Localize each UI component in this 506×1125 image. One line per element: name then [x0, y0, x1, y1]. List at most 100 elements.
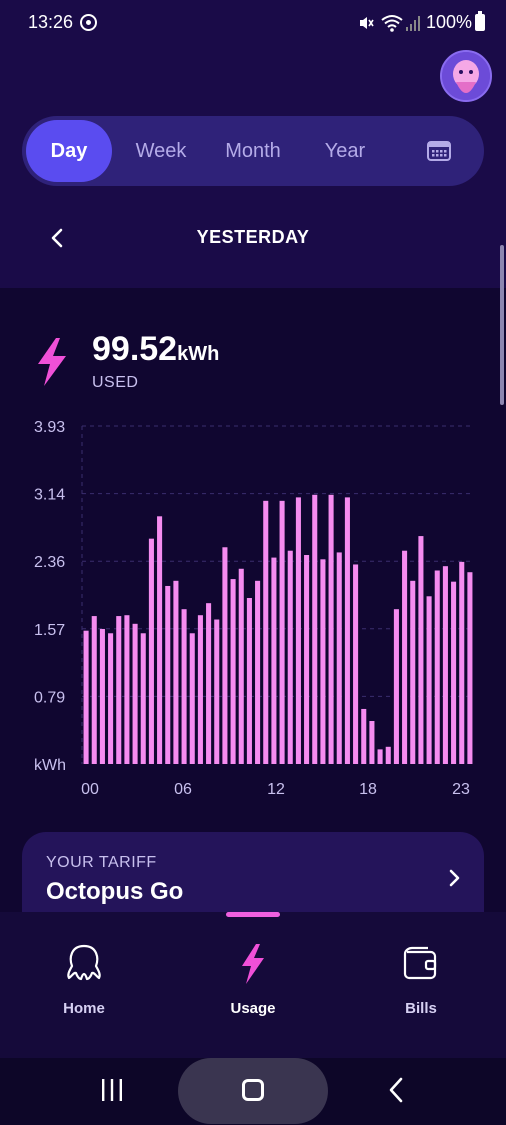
wifi-icon	[381, 15, 403, 32]
chart-bar	[132, 623, 138, 764]
tab-year[interactable]: Year	[312, 116, 378, 186]
chart-bar	[442, 566, 448, 764]
chart-bar	[222, 547, 228, 764]
wallet-icon	[403, 946, 437, 980]
tab-week[interactable]: Week	[122, 116, 200, 186]
y-tick-label: 0.79	[34, 689, 65, 706]
chart-bar	[124, 615, 130, 764]
bottom-nav: Home Usage Bills	[0, 912, 506, 1058]
x-tick-label: 12	[267, 781, 285, 798]
x-tick-label: 18	[359, 781, 377, 798]
chart-bar	[99, 628, 105, 764]
usage-label: USED	[92, 374, 139, 391]
chart-bar	[304, 555, 310, 764]
chart-bar	[83, 630, 89, 764]
usage-value: 99.52kWh	[92, 330, 219, 369]
chart-bar	[263, 500, 269, 764]
home-icon	[242, 1079, 264, 1101]
usage-unit: kWh	[177, 343, 220, 365]
nav-usage[interactable]: Usage	[198, 942, 308, 1042]
chart-bar	[467, 572, 473, 764]
period-title: YESTERDAY	[196, 227, 310, 247]
chart-bar	[116, 616, 122, 764]
status-bar: 13:26 100%	[0, 0, 506, 46]
chart-bar	[402, 550, 408, 764]
x-tick-label: 00	[81, 781, 99, 798]
chart-bar	[181, 609, 187, 764]
chart-bar	[344, 497, 350, 764]
usage-chart: 3.93 3.14 2.36 1.57 0.79 kWh 00 06 12 18 23	[34, 419, 474, 798]
sync-icon	[80, 14, 97, 31]
x-tick-label: 23	[452, 781, 470, 798]
chart-bar	[197, 615, 203, 764]
home-button[interactable]	[178, 1058, 328, 1124]
lightning-icon	[38, 338, 66, 386]
chart-bar	[157, 516, 163, 764]
chart-bar	[385, 746, 391, 764]
chart-bar	[418, 536, 424, 764]
recent-apps-icon[interactable]	[96, 1076, 128, 1104]
calendar-icon[interactable]	[427, 140, 451, 162]
chart-bar	[148, 538, 154, 764]
chart-bar	[312, 494, 318, 764]
chart-bar	[255, 580, 261, 764]
chart-bar	[271, 557, 277, 764]
chart-bar	[410, 580, 416, 764]
tariff-name: Octopus Go	[46, 878, 184, 905]
y-tick-label: 3.14	[34, 487, 65, 504]
chart-bar	[206, 603, 212, 764]
tab-day[interactable]: Day	[26, 120, 112, 182]
chart-bar	[353, 564, 359, 764]
chart-bar	[230, 579, 236, 764]
chart-bar	[328, 494, 334, 764]
scrollbar[interactable]	[500, 245, 504, 405]
chart-bar	[238, 568, 244, 764]
system-nav-bar	[0, 1058, 506, 1125]
status-time: 13:26	[28, 12, 74, 32]
usage-number: 99.52	[92, 330, 178, 368]
battery-percent: 100%	[426, 12, 473, 32]
lightning-icon	[242, 944, 264, 984]
chart-bar	[320, 559, 326, 764]
chart-bar	[434, 570, 440, 764]
octopus-avatar-icon	[442, 52, 490, 100]
x-tick-label: 06	[174, 781, 192, 798]
back-icon[interactable]	[384, 1075, 408, 1105]
mute-icon	[360, 17, 374, 29]
y-tick-label: 2.36	[34, 554, 65, 571]
nav-home-label: Home	[63, 1000, 105, 1017]
chart-bar	[295, 497, 301, 764]
chart-bar	[451, 581, 457, 764]
chart-bar	[426, 596, 432, 764]
chart-bar	[361, 708, 367, 764]
chart-bar	[246, 598, 252, 764]
avatar[interactable]	[440, 50, 492, 102]
signal-icon	[406, 16, 420, 31]
chart-bar	[91, 616, 97, 764]
chart-bar	[287, 550, 293, 764]
chart-bar	[173, 580, 179, 764]
chart-bar	[140, 633, 146, 764]
chevron-right-icon	[449, 869, 460, 887]
chart-bar	[393, 609, 399, 764]
nav-bills-label: Bills	[405, 1000, 437, 1017]
period-tabs: Day Week Month Year	[22, 116, 484, 186]
chart-bar	[279, 500, 285, 764]
chart-bar	[336, 552, 342, 764]
chart-bar	[377, 749, 383, 764]
chart-bar	[108, 633, 114, 764]
nav-active-indicator	[226, 912, 280, 917]
nav-home[interactable]: Home	[29, 942, 139, 1042]
chart-bar	[459, 561, 465, 764]
nav-usage-label: Usage	[230, 1000, 276, 1017]
chart-bar	[369, 720, 375, 764]
chart-bar	[165, 585, 171, 764]
octopus-icon	[67, 944, 101, 981]
chart-bar	[189, 633, 195, 764]
tab-month[interactable]: Month	[212, 116, 294, 186]
y-tick-label: 1.57	[34, 622, 65, 639]
y-tick-label: kWh	[34, 757, 66, 774]
nav-bills[interactable]: Bills	[366, 942, 476, 1042]
y-tick-label: 3.93	[34, 419, 65, 436]
tariff-label: YOUR TARIFF	[46, 854, 157, 871]
